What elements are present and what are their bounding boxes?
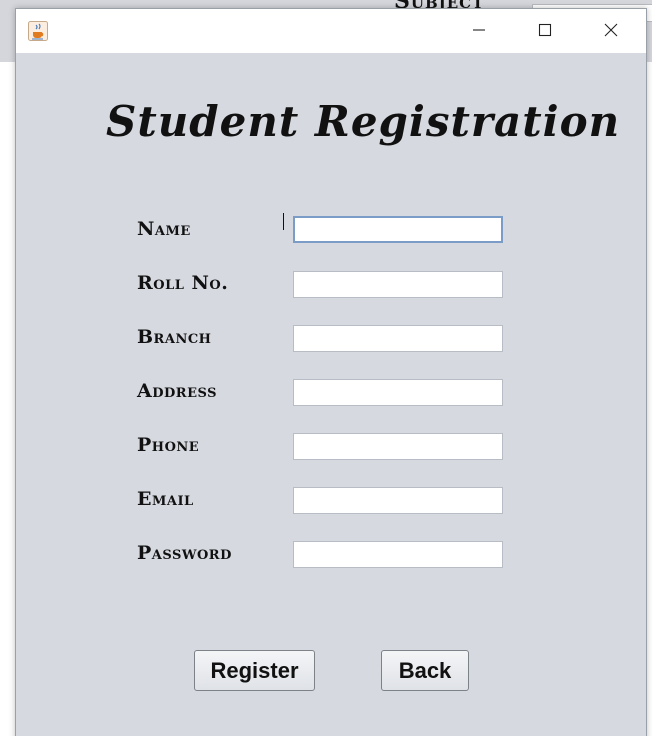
text-caret bbox=[283, 213, 284, 230]
phone-field[interactable] bbox=[293, 433, 503, 460]
name-label: Name bbox=[137, 218, 191, 240]
roll-no-label: Roll No. bbox=[137, 272, 229, 294]
email-field[interactable] bbox=[293, 487, 503, 514]
java-coffee-cup-icon[interactable] bbox=[28, 21, 48, 41]
back-button[interactable]: Back bbox=[381, 650, 469, 691]
address-label: Address bbox=[137, 380, 217, 402]
title-bar[interactable] bbox=[16, 9, 646, 53]
minimize-icon bbox=[472, 22, 486, 41]
close-icon bbox=[604, 22, 618, 41]
address-field[interactable] bbox=[293, 379, 503, 406]
minimize-button[interactable] bbox=[456, 9, 502, 53]
password-field[interactable] bbox=[293, 541, 503, 568]
email-label: Email bbox=[137, 488, 194, 510]
roll-no-field[interactable] bbox=[293, 271, 503, 298]
maximize-icon bbox=[538, 22, 552, 41]
page-title: Student Registration bbox=[106, 97, 621, 146]
close-button[interactable] bbox=[588, 9, 634, 53]
name-field[interactable] bbox=[293, 216, 503, 243]
register-button[interactable]: Register bbox=[194, 650, 315, 691]
maximize-button[interactable] bbox=[522, 9, 568, 53]
branch-field[interactable] bbox=[293, 325, 503, 352]
branch-label: Branch bbox=[137, 326, 212, 348]
registration-window: Student Registration Name Roll No. Branc… bbox=[15, 8, 647, 736]
password-label: Password bbox=[137, 542, 232, 564]
phone-label: Phone bbox=[137, 434, 200, 456]
